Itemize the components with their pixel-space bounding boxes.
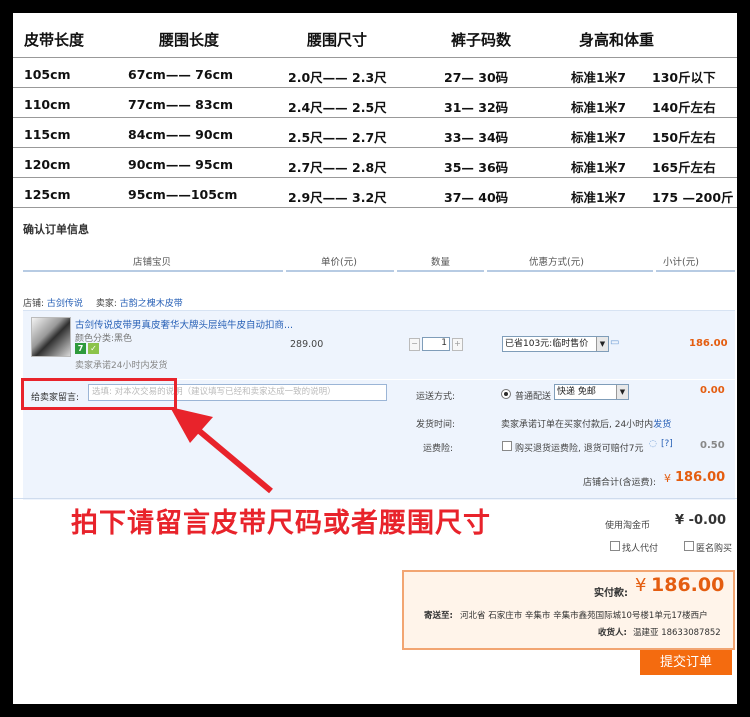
annotation-arrow-icon [170,407,273,494]
page: 皮带长度 腰围长度 腰围尺寸 裤子码数 身高和体重 105cm 67cm—— 7… [13,13,737,704]
annotation-text: 拍下请留言皮带尺码或者腰围尺寸 [71,508,491,539]
